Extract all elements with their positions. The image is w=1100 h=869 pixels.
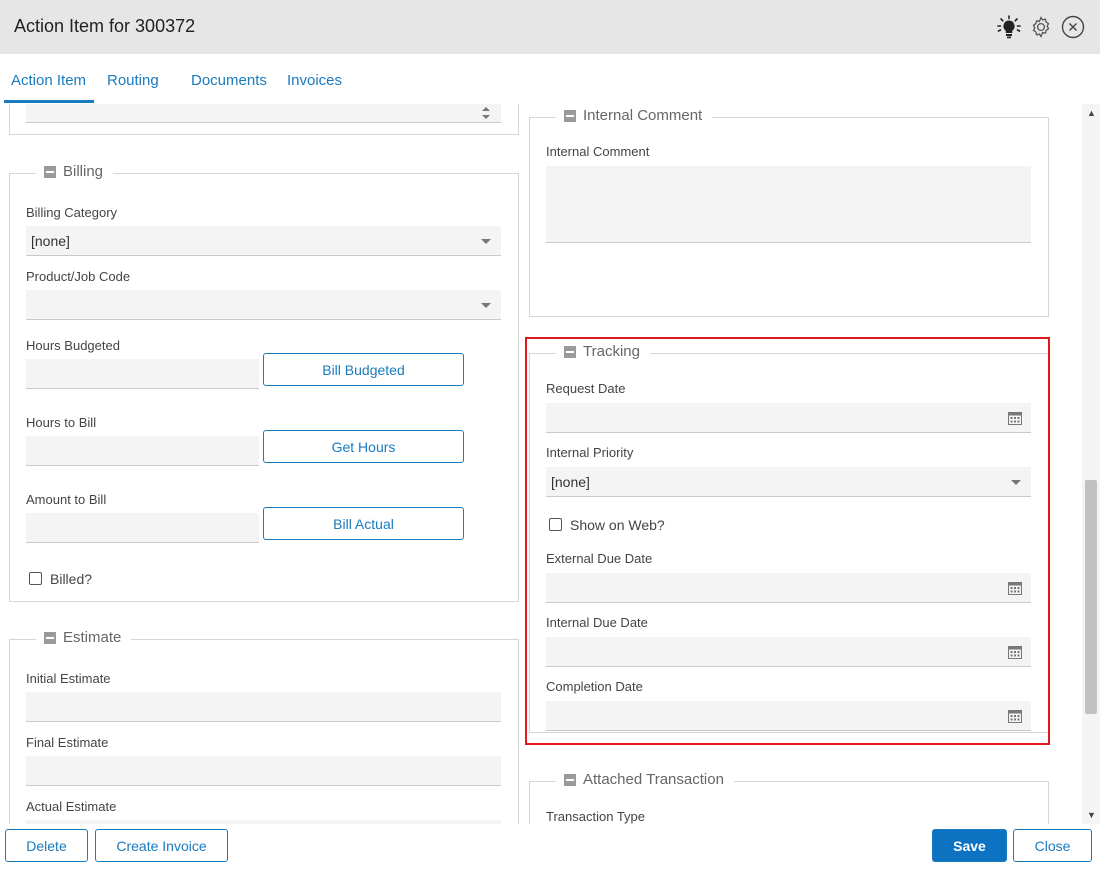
actual-estimate-label: Actual Estimate xyxy=(26,799,117,814)
bill-budgeted-button[interactable]: Bill Budgeted xyxy=(263,353,464,386)
close-button[interactable]: Close xyxy=(1013,829,1092,862)
hours-to-bill-label: Hours to Bill xyxy=(26,415,97,430)
initial-estimate-label: Initial Estimate xyxy=(26,671,111,686)
tab-documents[interactable]: Documents xyxy=(191,72,267,89)
internal-comment-textarea[interactable] xyxy=(546,166,1031,243)
save-button[interactable]: Save xyxy=(932,829,1007,862)
spinner-icon[interactable] xyxy=(481,105,491,121)
billed-label: Billed? xyxy=(50,571,93,587)
delete-button[interactable]: Delete xyxy=(5,829,88,862)
hours-budgeted-input[interactable] xyxy=(26,359,259,389)
product-job-code-select[interactable] xyxy=(26,290,501,320)
product-job-code-label: Product/Job Code xyxy=(26,269,131,284)
hours-to-bill-input[interactable] xyxy=(26,436,259,466)
attached-transaction-legend[interactable]: Attached Transaction xyxy=(556,771,734,788)
estimate-fieldset: Estimate Initial Estimate Final Estimate… xyxy=(9,629,519,824)
close-icon[interactable] xyxy=(1060,14,1086,40)
internal-comment-legend-text: Internal Comment xyxy=(583,107,703,124)
amount-to-bill-label: Amount to Bill xyxy=(26,492,107,507)
collapse-icon[interactable] xyxy=(564,773,576,786)
dialog-footer: Delete Create Invoice Save Close xyxy=(0,824,1100,869)
tracking-highlight-box xyxy=(525,337,1050,745)
get-hours-button[interactable]: Get Hours xyxy=(263,430,464,463)
collapse-icon[interactable] xyxy=(564,109,576,122)
transaction-type-label: Transaction Type xyxy=(546,809,645,824)
title-icons xyxy=(996,14,1086,40)
billed-checkbox[interactable] xyxy=(29,572,42,585)
gear-icon[interactable] xyxy=(1028,14,1054,40)
scroll-down-icon[interactable]: ▼ xyxy=(1087,810,1096,820)
billing-category-value: [none] xyxy=(31,233,70,249)
hours-budgeted-label: Hours Budgeted xyxy=(26,338,120,353)
final-estimate-input[interactable] xyxy=(26,756,501,786)
bill-actual-button[interactable]: Bill Actual xyxy=(263,507,464,540)
form-content: Billing Billing Category [none] Product/… xyxy=(0,104,1082,824)
top-section-fieldset xyxy=(9,104,519,135)
internal-comment-fieldset: Internal Comment Internal Comment xyxy=(529,107,1049,317)
billing-category-select[interactable]: [none] xyxy=(26,226,501,256)
estimate-legend[interactable]: Estimate xyxy=(36,629,132,646)
amount-to-bill-input[interactable] xyxy=(26,513,259,543)
window-titlebar: Action Item for 300372 xyxy=(0,0,1100,54)
chevron-down-icon xyxy=(481,239,491,244)
billing-fieldset: Billing Billing Category [none] Product/… xyxy=(9,163,519,602)
attached-transaction-fieldset: Attached Transaction Transaction Type xyxy=(529,771,1049,824)
billing-category-label: Billing Category xyxy=(26,205,118,220)
vertical-scrollbar[interactable]: ▲ ▼ xyxy=(1082,104,1100,824)
collapse-icon[interactable] xyxy=(44,165,56,178)
collapse-icon[interactable] xyxy=(44,631,56,644)
billing-legend[interactable]: Billing xyxy=(36,163,114,180)
tab-bar: Action Item Routing Documents Invoices xyxy=(0,54,1100,104)
create-invoice-button[interactable]: Create Invoice xyxy=(95,829,228,862)
tab-routing[interactable]: Routing xyxy=(107,72,159,89)
internal-comment-label: Internal Comment xyxy=(546,144,650,159)
final-estimate-label: Final Estimate xyxy=(26,735,109,750)
initial-estimate-input[interactable] xyxy=(26,692,501,722)
tab-action-item[interactable]: Action Item xyxy=(11,72,86,89)
chevron-down-icon xyxy=(481,303,491,308)
scrollbar-thumb[interactable] xyxy=(1085,480,1097,714)
scroll-up-icon[interactable]: ▲ xyxy=(1087,108,1096,118)
tab-invoices[interactable]: Invoices xyxy=(287,72,342,89)
estimate-legend-text: Estimate xyxy=(63,629,122,646)
internal-comment-legend[interactable]: Internal Comment xyxy=(556,107,713,124)
attached-transaction-legend-text: Attached Transaction xyxy=(583,771,724,788)
lightbulb-icon[interactable] xyxy=(996,14,1022,40)
active-tab-indicator xyxy=(4,100,94,103)
top-select[interactable] xyxy=(26,104,501,123)
window-title: Action Item for 300372 xyxy=(14,16,196,36)
billing-legend-text: Billing xyxy=(63,163,104,180)
